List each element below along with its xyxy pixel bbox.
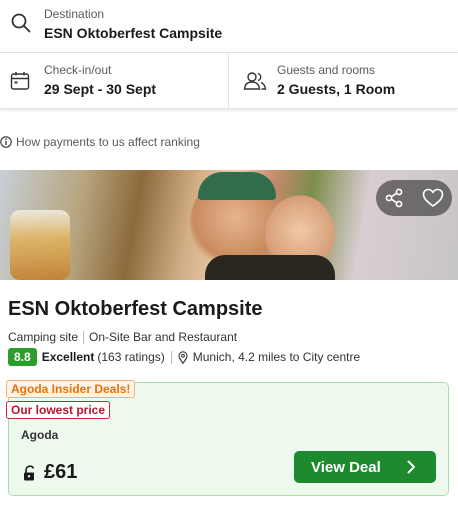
property-photo[interactable]: [0, 170, 458, 280]
rating-word: Excellent: [41, 350, 95, 364]
location-pin-icon: [178, 350, 188, 364]
calendar-icon: [10, 72, 30, 90]
divider: [83, 330, 85, 344]
rating-count[interactable]: (163 ratings): [97, 350, 164, 364]
insider-deals-badge: Agoda Insider Deals!: [6, 380, 136, 398]
share-icon[interactable]: [384, 188, 404, 208]
destination-value: ESN Oktoberfest Campsite: [44, 25, 223, 41]
guests-field[interactable]: Guests and rooms 2 Guests, 1 Room: [229, 53, 458, 109]
property-type: Camping site: [8, 330, 79, 344]
chevron-right-icon: [407, 460, 415, 474]
payments-ranking-text: How payments to us affect ranking: [16, 135, 200, 149]
destination-label: Destination: [44, 7, 105, 21]
payments-ranking-link[interactable]: How payments to us affect ranking: [0, 134, 200, 150]
property-tags: Camping site On-Site Bar and Restaurant: [8, 330, 237, 344]
review-score-badge: 8.8: [8, 348, 37, 366]
view-deal-label: View Deal: [311, 458, 381, 476]
search-icon: [11, 13, 31, 33]
guests-icon: [243, 72, 267, 90]
heart-icon[interactable]: [422, 188, 444, 208]
checkin-value: 29 Sept - 30 Sept: [44, 81, 157, 97]
guests-label: Guests and rooms: [277, 63, 376, 77]
deal-price: £61: [44, 461, 78, 483]
location-text[interactable]: Munich, 4.2 miles to City centre: [193, 350, 360, 364]
destination-field[interactable]: Destination ESN Oktoberfest Campsite: [0, 0, 458, 53]
property-name[interactable]: ESN Oktoberfest Campsite: [8, 298, 263, 321]
photo-actions: [376, 180, 452, 216]
dates-guests-row: Check-in/out 29 Sept - 30 Sept Guests an…: [0, 53, 458, 109]
checkin-label: Check-in/out: [44, 63, 112, 77]
rating-row: 8.8 Excellent (163 ratings) Munich, 4.2 …: [8, 348, 360, 366]
checkin-field[interactable]: Check-in/out 29 Sept - 30 Sept: [0, 53, 229, 109]
photo-detail: [198, 172, 276, 200]
price-block: £61: [22, 461, 77, 484]
guests-value: 2 Guests, 1 Room: [277, 81, 396, 97]
info-icon: [0, 136, 12, 148]
property-feature: On-Site Bar and Restaurant: [89, 330, 238, 344]
deal-provider: Agoda: [21, 428, 59, 442]
view-deal-button[interactable]: View Deal: [294, 451, 436, 483]
lowest-price-badge: Our lowest price: [6, 401, 111, 419]
divider: [170, 350, 172, 364]
unlock-icon: [24, 464, 35, 480]
photo-detail: [205, 255, 335, 280]
photo-detail: [10, 210, 70, 280]
